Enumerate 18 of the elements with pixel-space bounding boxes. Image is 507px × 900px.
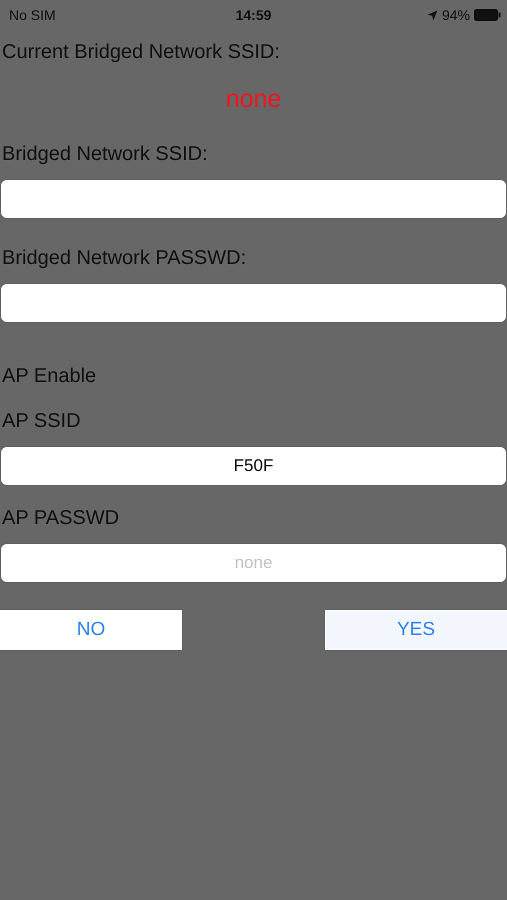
field-label: Bridged Network SSID: (1, 142, 209, 166)
battery-percent: 94% (442, 7, 470, 23)
input-field[interactable]: none (1, 544, 506, 582)
field-label: Bridged Network PASSWD: (1, 246, 248, 270)
location-arrow-icon (426, 10, 438, 20)
field-label: AP PASSWD (1, 506, 120, 530)
dialog-button[interactable]: YES (325, 610, 507, 650)
input-field[interactable]: F50F (1, 447, 506, 485)
battery-icon (474, 9, 501, 21)
input-field[interactable] (1, 180, 506, 218)
dialog-button[interactable]: NO (0, 610, 182, 650)
clock-time: 14:59 (236, 7, 272, 23)
field-label: AP SSID (1, 409, 82, 433)
current-ssid-value: none (224, 84, 282, 114)
carrier-text: No SIM (9, 7, 56, 23)
ap-enable-label: AP Enable (1, 364, 98, 388)
current-ssid-label: Current Bridged Network SSID: (1, 40, 281, 64)
input-field[interactable] (1, 284, 506, 322)
